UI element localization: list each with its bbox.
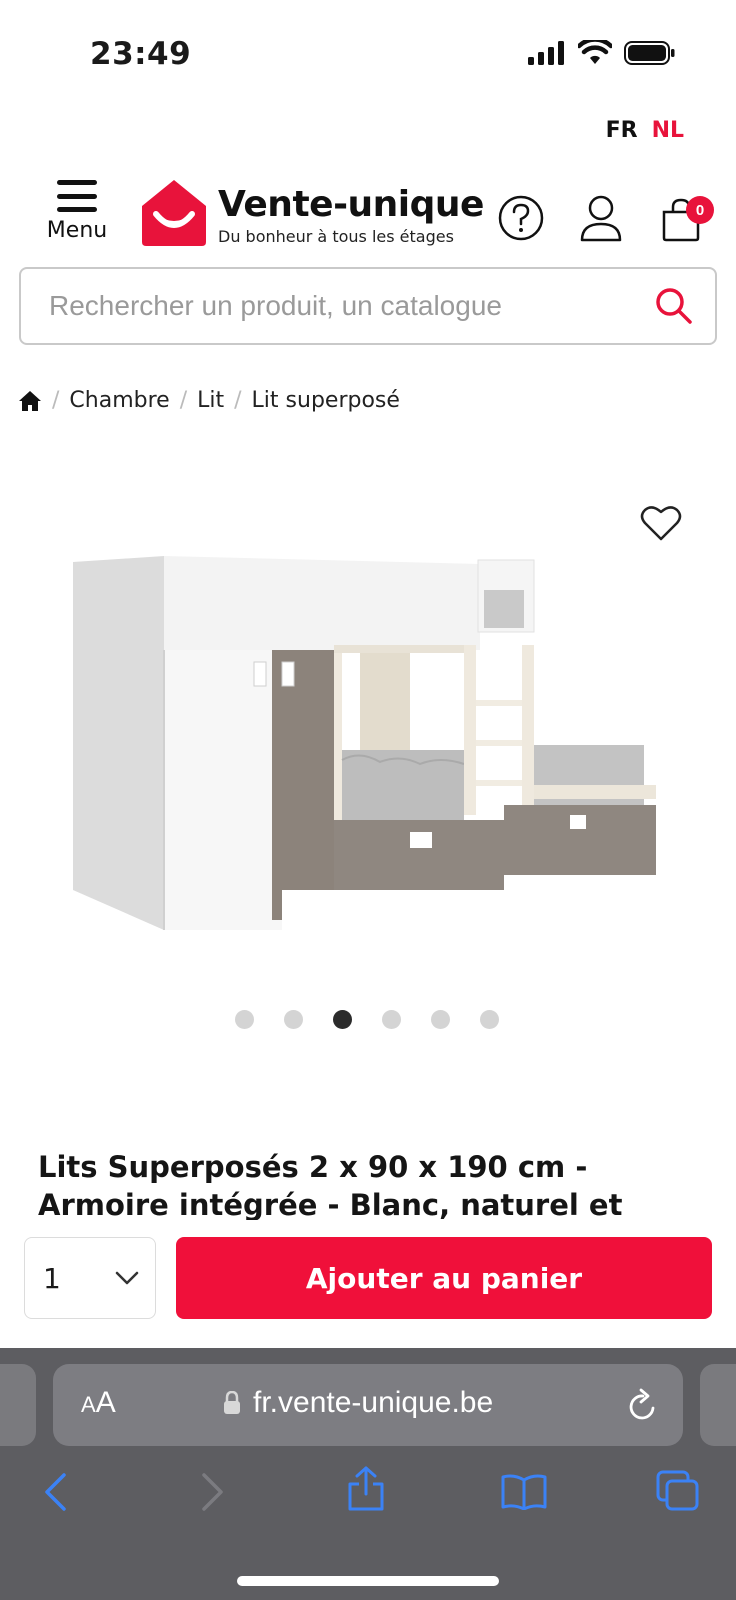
breadcrumb-chambre[interactable]: Chambre [69, 388, 169, 413]
home-icon[interactable] [18, 390, 42, 412]
cart-count-badge: 0 [686, 196, 714, 224]
url-text: fr.vente-unique.be [253, 1386, 494, 1419]
hamburger-icon [57, 180, 97, 212]
status-icons [528, 40, 676, 66]
search-input[interactable] [49, 290, 655, 322]
aa-small: A [81, 1392, 96, 1417]
bookmarks-icon[interactable] [500, 1474, 548, 1510]
language-switch: FR NL [606, 118, 684, 143]
gallery-dot[interactable] [382, 1010, 401, 1029]
lang-fr[interactable]: FR [606, 118, 638, 143]
gallery-dot[interactable] [284, 1010, 303, 1029]
address-bar[interactable]: AA fr.vente-unique.be [53, 1364, 683, 1446]
menu-label: Menu [46, 218, 108, 243]
breadcrumb-lit-superpose[interactable]: Lit superposé [252, 388, 400, 413]
battery-icon [624, 41, 675, 65]
forward-icon[interactable] [200, 1472, 226, 1512]
lang-nl[interactable]: NL [652, 118, 684, 143]
add-to-cart-button[interactable]: Ajouter au panier [176, 1237, 712, 1319]
gallery-dot[interactable] [235, 1010, 254, 1029]
tabs-icon[interactable] [656, 1470, 700, 1512]
brand-logo[interactable]: Vente-unique Du bonheur à tous les étage… [218, 184, 484, 246]
brand-name: Vente-unique [218, 184, 484, 225]
reload-icon[interactable] [627, 1388, 659, 1422]
product-title: Lits Superposés 2 x 90 x 190 cm - Armoir… [38, 1150, 623, 1220]
wishlist-heart-icon[interactable] [640, 504, 682, 542]
gallery-dots [235, 1010, 499, 1029]
chevron-down-icon [115, 1271, 139, 1285]
gallery-dot[interactable] [431, 1010, 450, 1029]
help-icon[interactable] [497, 194, 545, 242]
search-icon[interactable] [655, 287, 693, 325]
status-time: 23:49 [90, 36, 192, 72]
logo-house-icon[interactable] [140, 178, 208, 248]
menu-button[interactable]: Menu [42, 180, 112, 243]
quantity-value: 1 [43, 1261, 61, 1295]
quantity-select[interactable]: 1 [24, 1237, 156, 1319]
back-icon[interactable] [42, 1472, 68, 1512]
previous-tab-preview[interactable] [0, 1364, 36, 1446]
breadcrumb-separator: / [52, 388, 60, 413]
search-bar [19, 267, 717, 345]
share-icon[interactable] [346, 1466, 386, 1512]
gallery-dot-active[interactable] [333, 1010, 352, 1029]
url-display[interactable]: fr.vente-unique.be [223, 1386, 493, 1420]
reader-text-size-button[interactable]: AA [81, 1386, 116, 1420]
home-indicator [237, 1576, 499, 1586]
account-icon[interactable] [579, 194, 623, 242]
breadcrumb: / Chambre / Lit / Lit superposé [18, 388, 400, 413]
brand-tagline: Du bonheur à tous les étages [218, 227, 454, 246]
breadcrumb-separator: / [179, 388, 188, 413]
next-tab-preview[interactable] [700, 1364, 736, 1446]
gallery-dot[interactable] [480, 1010, 499, 1029]
aa-large: A [95, 1386, 116, 1419]
wifi-icon [578, 40, 612, 64]
cellular-signal-icon [528, 41, 564, 65]
breadcrumb-separator: / [234, 388, 242, 413]
lock-icon [224, 1391, 240, 1414]
product-image[interactable] [60, 550, 670, 1000]
breadcrumb-lit[interactable]: Lit [197, 388, 224, 413]
